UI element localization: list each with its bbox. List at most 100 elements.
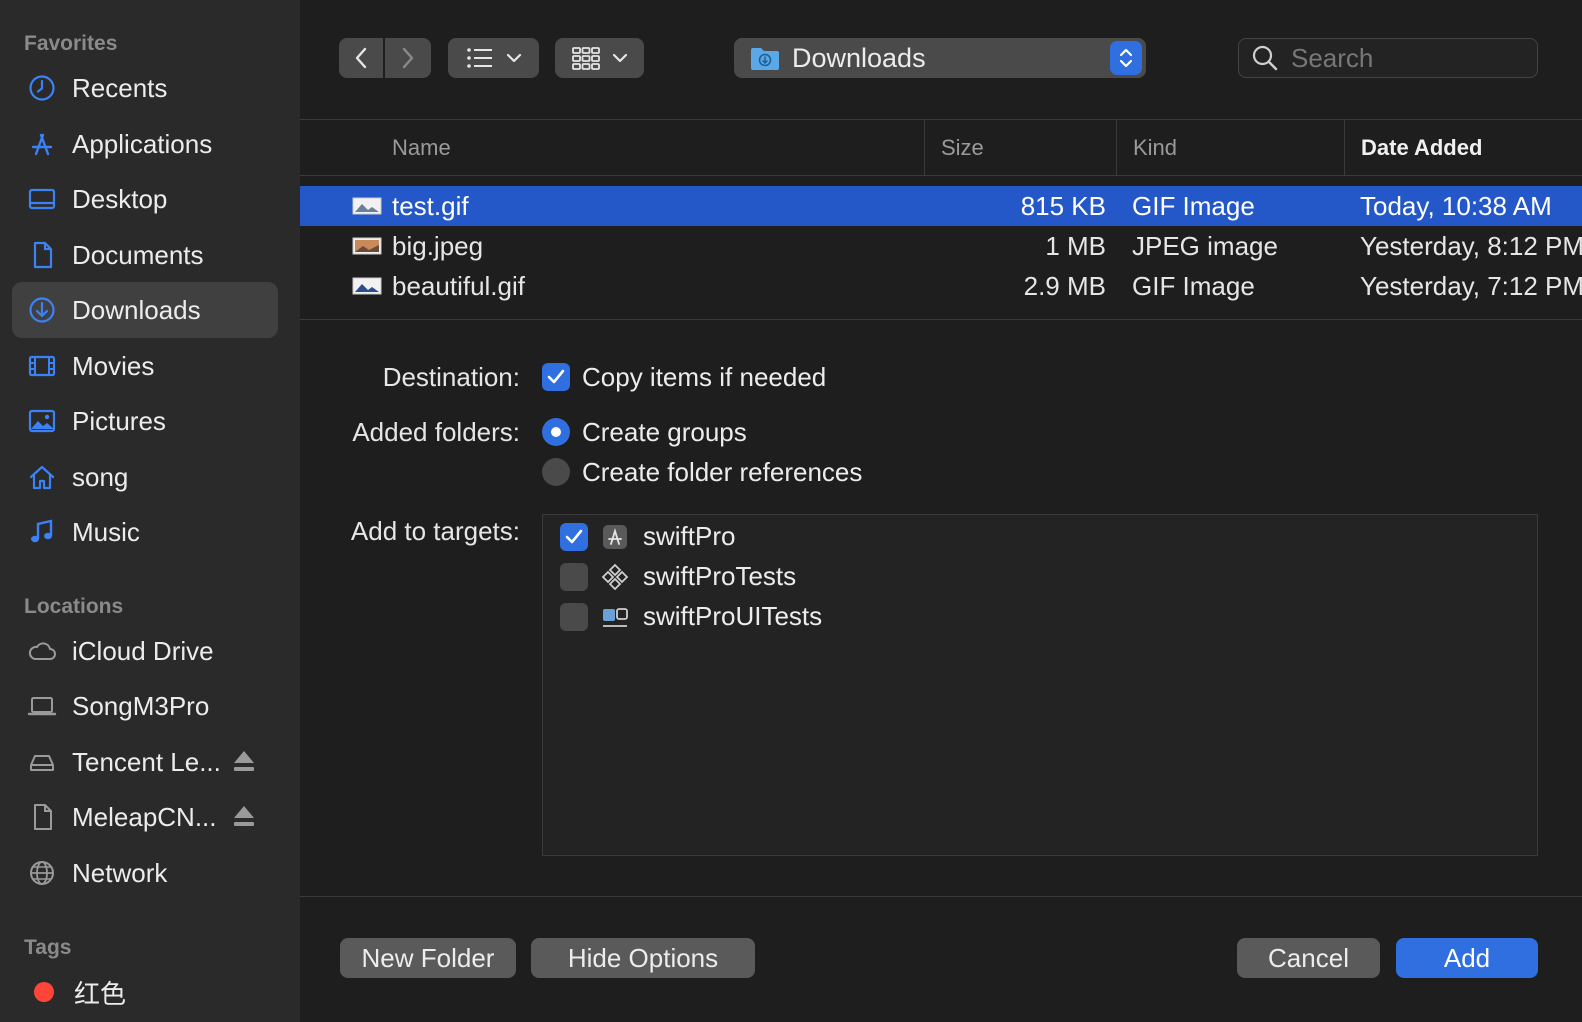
search-input[interactable] <box>1291 42 1521 74</box>
downloads-folder-icon <box>751 48 779 70</box>
file-date-added: Today, 10:38 AM <box>1360 190 1552 221</box>
sidebar-item-pictures[interactable]: Pictures <box>12 393 278 449</box>
targets-list: swiftPro swiftProTests swiftProUITests <box>542 514 1538 856</box>
destination-label: Destination: <box>382 362 520 392</box>
grid-icon <box>571 47 600 70</box>
file-kind: GIF Image <box>1132 190 1255 221</box>
desktop-icon <box>26 183 58 215</box>
sidebar-item-downloads[interactable]: Downloads <box>12 282 278 338</box>
file-name: test.gif <box>392 190 469 221</box>
sidebar-item-label: Network <box>72 857 168 888</box>
locations-section-title: Locations <box>24 595 124 618</box>
gif-file-icon <box>352 266 382 306</box>
file-size: 2.9 MB <box>1023 270 1106 301</box>
eject-icon[interactable] <box>232 748 256 774</box>
target-row-swiftprouitests[interactable]: swiftProUITests <box>543 597 1537 637</box>
sidebar-item-song[interactable]: song <box>12 449 278 505</box>
favorites-section-title: Favorites <box>24 32 118 55</box>
forward-button[interactable] <box>385 38 431 78</box>
sidebar-item-label: Tencent Le... <box>72 746 221 777</box>
file-row[interactable]: beautiful.gif 2.9 MB GIF Image Yesterday… <box>300 266 1582 306</box>
sidebar-item-label: Desktop <box>72 183 168 214</box>
back-button[interactable] <box>339 38 383 78</box>
file-name: big.jpeg <box>392 230 484 261</box>
target-label: swiftProTests <box>643 561 797 591</box>
add-to-targets-label: Add to targets: <box>350 516 520 546</box>
new-folder-button[interactable]: New Folder <box>340 938 516 978</box>
column-header-date-added[interactable]: Date Added <box>1344 120 1582 176</box>
cancel-button[interactable]: Cancel <box>1237 938 1380 978</box>
sidebar-item-label: Documents <box>72 239 204 270</box>
drive-icon <box>26 746 58 778</box>
file-name: beautiful.gif <box>392 270 525 301</box>
sidebar-item-icloud-drive[interactable]: iCloud Drive <box>12 623 278 679</box>
copy-items-label[interactable]: Copy items if needed <box>582 362 826 393</box>
chevron-down-icon <box>506 53 521 63</box>
sidebar-item-desktop[interactable]: Desktop <box>12 171 278 227</box>
eject-icon[interactable] <box>232 803 256 829</box>
column-header-size[interactable]: Size <box>924 120 1116 176</box>
clock-icon <box>26 72 58 104</box>
target-checkbox[interactable] <box>560 603 588 631</box>
added-folders-label: Added folders: <box>352 417 520 447</box>
jpeg-file-icon <box>352 226 382 266</box>
sidebar-item-label: Pictures <box>72 405 166 436</box>
sidebar-item-tag-red[interactable]: 红色 <box>12 964 278 1020</box>
sidebar-item-label: Applications <box>72 128 213 159</box>
chevron-down-icon <box>612 53 627 63</box>
laptop-icon <box>26 690 58 722</box>
chevron-right-icon <box>402 47 414 69</box>
copy-items-checkbox[interactable] <box>542 363 570 391</box>
file-list-header: Name Size Kind Date Added <box>300 120 1582 176</box>
sidebar-item-music[interactable]: Music <box>12 504 278 560</box>
grid-view-button[interactable] <box>555 38 644 78</box>
target-label: swiftPro <box>643 521 736 551</box>
main-panel: Downloads Name Size Kind Date Added test… <box>300 0 1582 1022</box>
add-button[interactable]: Add <box>1396 938 1538 978</box>
music-note-icon <box>26 516 58 548</box>
footer-divider <box>300 896 1582 897</box>
tags-section-title: Tags <box>24 936 72 959</box>
column-header-kind[interactable]: Kind <box>1116 120 1344 176</box>
home-icon <box>26 461 58 493</box>
target-checkbox[interactable] <box>560 523 588 551</box>
target-row-swiftpro[interactable]: swiftPro <box>543 517 1537 557</box>
file-kind: JPEG image <box>1132 230 1278 261</box>
list-view-button[interactable] <box>448 38 539 78</box>
location-popup[interactable]: Downloads <box>734 38 1146 78</box>
applications-icon <box>26 128 58 160</box>
sidebar: Favorites Recents Applications Desktop D… <box>0 0 300 1022</box>
column-header-name[interactable]: Name <box>376 120 924 176</box>
globe-icon <box>26 857 58 889</box>
red-tag-dot <box>34 982 54 1002</box>
toolbar: Downloads <box>300 0 1582 120</box>
search-icon <box>1252 45 1278 71</box>
file-row[interactable]: big.jpeg 1 MB JPEG image Yesterday, 8:12… <box>300 226 1582 266</box>
sidebar-item-label: iCloud Drive <box>72 635 214 666</box>
file-kind: GIF Image <box>1132 270 1255 301</box>
document-icon <box>26 801 58 833</box>
checkmark-icon <box>547 369 565 384</box>
target-checkbox[interactable] <box>560 563 588 591</box>
search-field[interactable] <box>1238 38 1538 78</box>
sidebar-item-meleapcn[interactable]: MeleapCN... <box>12 789 278 845</box>
hide-options-button[interactable]: Hide Options <box>531 938 755 978</box>
file-date-added: Yesterday, 7:12 PM <box>1360 270 1582 301</box>
sidebar-item-songm3pro[interactable]: SongM3Pro <box>12 678 278 734</box>
sidebar-item-network[interactable]: Network <box>12 845 278 901</box>
sidebar-item-label: Music <box>72 516 140 547</box>
file-date-added: Yesterday, 8:12 PM <box>1360 230 1582 261</box>
file-row[interactable]: test.gif 815 KB GIF Image Today, 10:38 A… <box>300 186 1582 226</box>
create-groups-label[interactable]: Create groups <box>582 417 747 448</box>
sidebar-item-tencent[interactable]: Tencent Le... <box>12 734 278 790</box>
sidebar-item-movies[interactable]: Movies <box>12 338 278 394</box>
sidebar-item-recents[interactable]: Recents <box>12 60 278 116</box>
file-size: 1 MB <box>1045 230 1106 261</box>
sidebar-item-applications[interactable]: Applications <box>12 116 278 172</box>
target-row-swiftprotests[interactable]: swiftProTests <box>543 557 1537 597</box>
checkmark-icon <box>565 529 583 544</box>
sidebar-item-documents[interactable]: Documents <box>12 227 278 283</box>
create-groups-radio[interactable] <box>542 418 570 446</box>
create-folder-references-label[interactable]: Create folder references <box>582 457 862 488</box>
create-folder-references-radio[interactable] <box>542 458 570 486</box>
